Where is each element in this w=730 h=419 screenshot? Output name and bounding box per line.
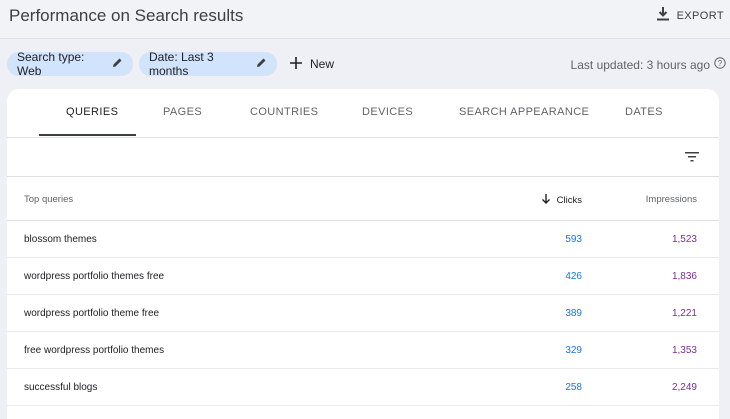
query-cell: wordpress portfolio themes free — [24, 271, 165, 282]
impressions-cell: 1,836 — [671, 271, 697, 282]
search-type-chip-label: Search type: Web — [17, 50, 85, 78]
table-row[interactable]: successful blogs 258 2,249 — [7, 369, 719, 406]
filter-bar: Search type: Web Date: Last 3 months New… — [0, 39, 730, 87]
query-cell: blossom themes — [24, 234, 97, 245]
tab-countries[interactable]: COUNTRIES — [250, 106, 318, 118]
column-header-impressions[interactable]: Impressions — [646, 194, 697, 205]
impressions-cell: 1,353 — [671, 345, 697, 356]
filter-icon[interactable] — [685, 149, 699, 167]
impressions-cell: 2,249 — [671, 382, 697, 393]
edit-icon — [112, 57, 123, 71]
clicks-cell: 426 — [565, 271, 582, 282]
tab-devices[interactable]: DEVICES — [362, 106, 413, 118]
impressions-cell: 1,221 — [671, 308, 697, 319]
date-range-chip-label: Date: Last 3 months — [149, 50, 214, 78]
query-cell: free wordpress portfolio themes — [24, 345, 165, 356]
help-icon[interactable]: ? — [714, 57, 726, 72]
download-icon — [656, 7, 669, 24]
active-tab-indicator — [39, 134, 136, 136]
clicks-cell: 593 — [565, 234, 582, 245]
table-row[interactable]: wordpress portfolio theme free 389 1,221 — [7, 295, 719, 332]
query-cell: wordpress portfolio theme free — [24, 308, 160, 319]
export-button[interactable]: EXPORT — [656, 7, 724, 24]
last-updated: Last updated: 3 hours ago ? — [571, 57, 726, 72]
new-filter-button[interactable]: New — [290, 53, 334, 75]
column-header-query[interactable]: Top queries — [24, 194, 73, 205]
clicks-cell: 258 — [565, 382, 582, 393]
query-cell: successful blogs — [24, 382, 98, 393]
tab-bar: QUERIES PAGES COUNTRIES DEVICES SEARCH A… — [7, 89, 719, 138]
page-header: Performance on Search results EXPORT — [0, 0, 730, 39]
sort-descending-icon — [541, 194, 551, 207]
svg-text:?: ? — [718, 59, 723, 68]
edit-icon — [256, 57, 267, 71]
plus-icon — [290, 56, 302, 72]
page-title: Performance on Search results — [9, 6, 244, 25]
tab-queries[interactable]: QUERIES — [66, 106, 118, 118]
clicks-cell: 389 — [565, 308, 582, 319]
table-row[interactable]: wordpress portfolio themes free 426 1,83… — [7, 258, 719, 295]
tab-pages[interactable]: PAGES — [163, 106, 202, 118]
column-header-clicks-label: Clicks — [556, 195, 582, 206]
results-card: QUERIES PAGES COUNTRIES DEVICES SEARCH A… — [7, 89, 719, 419]
tab-dates[interactable]: DATES — [625, 106, 663, 118]
table-toolbar — [7, 138, 719, 177]
impressions-cell: 1,523 — [671, 234, 697, 245]
last-updated-text: Last updated: 3 hours ago — [570, 57, 710, 72]
export-label: EXPORT — [676, 9, 724, 22]
clicks-cell: 329 — [565, 345, 582, 356]
search-type-chip[interactable]: Search type: Web — [7, 50, 133, 78]
table-row[interactable]: free wordpress portfolio themes 329 1,35… — [7, 332, 719, 369]
date-range-chip[interactable]: Date: Last 3 months — [139, 50, 277, 78]
table-header: Top queries Clicks Impressions — [7, 177, 719, 221]
new-filter-label: New — [310, 57, 335, 71]
tab-search-appearance[interactable]: SEARCH APPEARANCE — [459, 106, 589, 118]
column-header-clicks[interactable]: Clicks — [541, 194, 582, 207]
table-row[interactable]: blossom themes 593 1,523 — [7, 221, 719, 258]
